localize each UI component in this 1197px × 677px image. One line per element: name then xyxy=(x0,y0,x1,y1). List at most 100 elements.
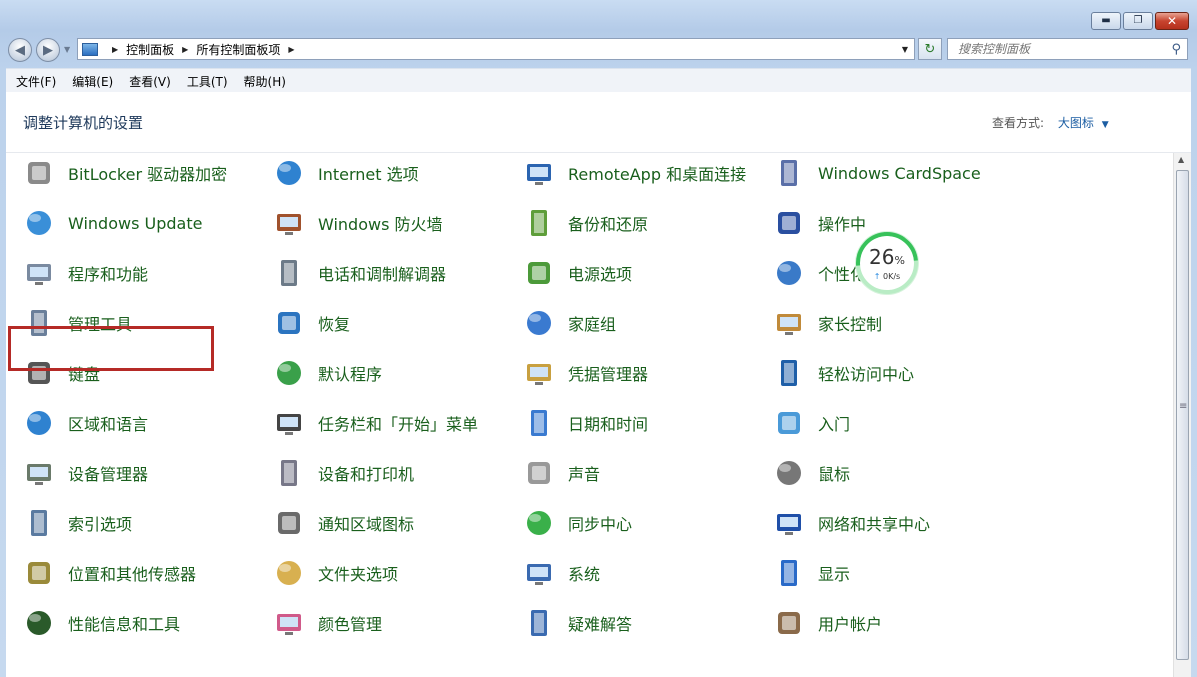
control-panel-item[interactable]: 程序和功能 xyxy=(6,253,148,293)
view-by-dropdown[interactable]: 大图标 xyxy=(1058,116,1094,130)
network-speed-widget[interactable]: 26% ↑ 0K/s xyxy=(843,219,931,307)
control-panel-item[interactable]: Internet 选项 xyxy=(256,153,419,193)
menu-file[interactable]: 文件(F) xyxy=(16,73,56,90)
windows-update-icon xyxy=(22,206,56,240)
breadcrumb-all-items[interactable]: 所有控制面板项 xyxy=(196,41,280,58)
control-panel-item[interactable]: 文件夹选项 xyxy=(256,553,398,593)
close-button[interactable]: ✕ xyxy=(1155,12,1189,30)
item-label: 轻松访问中心 xyxy=(818,365,915,384)
homegroup-icon xyxy=(522,306,556,340)
control-panel-item[interactable]: 位置和其他传感器 xyxy=(6,553,196,593)
item-label: 凭据管理器 xyxy=(568,365,649,384)
menu-edit[interactable]: 编辑(E) xyxy=(72,73,113,90)
maximize-icon: ❐ xyxy=(1133,15,1143,26)
breadcrumb-separator-icon[interactable]: ▶ xyxy=(112,45,118,54)
control-panel-item[interactable]: 疑难解答 xyxy=(506,603,632,643)
chevron-down-icon[interactable]: ▼ xyxy=(1102,120,1109,130)
menu-help[interactable]: 帮助(H) xyxy=(244,73,286,90)
search-input[interactable] xyxy=(956,41,1160,57)
net-speed-value: 0K/s xyxy=(883,272,901,281)
control-panel-item[interactable]: 任务栏和「开始」菜单 xyxy=(256,403,478,443)
control-panel-item[interactable]: 同步中心 xyxy=(506,503,632,543)
indexing-icon xyxy=(22,506,56,540)
control-panel-item[interactable]: 索引选项 xyxy=(6,503,132,543)
back-button[interactable]: ◀ xyxy=(8,38,32,62)
credential-icon xyxy=(522,356,556,390)
location-sensor-icon xyxy=(22,556,56,590)
control-panel-item[interactable]: 设备管理器 xyxy=(6,453,148,493)
control-panel-item[interactable]: 设备和打印机 xyxy=(256,453,414,493)
control-panel-item[interactable]: 恢复 xyxy=(256,303,350,343)
menu-view[interactable]: 查看(V) xyxy=(129,73,171,90)
firewall-icon xyxy=(272,206,306,240)
minimize-button[interactable]: ▬ xyxy=(1091,12,1121,30)
control-panel-item[interactable]: 颜色管理 xyxy=(256,603,382,643)
address-dropdown-icon[interactable]: ▼ xyxy=(902,45,908,54)
control-panel-item[interactable]: 区域和语言 xyxy=(6,403,148,443)
control-panel-item[interactable]: 电源选项 xyxy=(506,253,632,293)
maximize-button[interactable]: ❐ xyxy=(1123,12,1153,30)
item-label: Windows CardSpace xyxy=(818,163,981,183)
control-panel-item[interactable]: 系统 xyxy=(506,553,600,593)
item-label: 性能信息和工具 xyxy=(68,615,181,634)
control-panel-item[interactable]: 用户帐户 xyxy=(756,603,882,643)
item-label: 位置和其他传感器 xyxy=(68,565,197,584)
control-panel-item[interactable]: 日期和时间 xyxy=(506,403,648,443)
breadcrumb-control-panel[interactable]: 控制面板 xyxy=(126,41,174,58)
search-icon[interactable]: ⚲ xyxy=(1171,42,1181,57)
address-bar[interactable]: ▶ 控制面板 ▶ 所有控制面板项 ▶ ▼ xyxy=(77,38,915,60)
control-panel-icon xyxy=(82,42,98,56)
default-programs-icon xyxy=(272,356,306,390)
forward-button[interactable]: ▶ xyxy=(36,38,60,62)
control-panel-item[interactable]: 备份和还原 xyxy=(506,203,648,243)
control-panel-item[interactable]: 显示 xyxy=(756,553,850,593)
region-globe-icon xyxy=(22,406,56,440)
content-header: 调整计算机的设置 查看方式: 大图标 ▼ xyxy=(6,92,1191,153)
control-panel-item[interactable]: 电话和调制解调器 xyxy=(256,253,446,293)
control-panel-item[interactable]: BitLocker 驱动器加密 xyxy=(6,153,227,193)
item-label: 电源选项 xyxy=(568,265,633,284)
control-panel-item[interactable]: 操作中 xyxy=(756,203,866,243)
recent-pages-dropdown-icon[interactable]: ▼ xyxy=(64,45,70,54)
control-panel-item[interactable]: Windows 防火墙 xyxy=(256,203,443,243)
control-panel-item[interactable]: 入门 xyxy=(756,403,850,443)
control-panel-item[interactable]: RemoteApp 和桌面连接 xyxy=(506,153,746,193)
breadcrumb-separator-icon[interactable]: ▶ xyxy=(182,45,188,54)
control-panel-item[interactable]: 默认程序 xyxy=(256,353,382,393)
action-flag-icon xyxy=(772,206,806,240)
control-panel-item[interactable]: 家长控制 xyxy=(756,303,882,343)
control-panel-item[interactable]: 鼠标 xyxy=(756,453,850,493)
highlight-box xyxy=(8,326,214,371)
item-label: 疑难解答 xyxy=(568,615,633,634)
menu-tools[interactable]: 工具(T) xyxy=(187,73,228,90)
item-label: 恢复 xyxy=(318,315,351,334)
control-panel-item[interactable]: 轻松访问中心 xyxy=(756,353,914,393)
globe-check-icon xyxy=(272,156,306,190)
parental-icon xyxy=(772,306,806,340)
breadcrumb-separator-icon[interactable]: ▶ xyxy=(288,45,294,54)
control-panel-item[interactable]: 网络和共享中心 xyxy=(756,503,930,543)
search-box[interactable]: ⚲ xyxy=(947,38,1188,60)
scroll-thumb[interactable]: ≡ xyxy=(1176,170,1189,660)
control-panel-item[interactable]: 个性化 xyxy=(756,253,866,293)
control-panel-item[interactable]: 声音 xyxy=(506,453,600,493)
scroll-up-icon[interactable]: ▲ xyxy=(1178,155,1184,164)
items-grid: BitLocker 驱动器加密 Internet 选项 RemoteApp 和桌面连… xyxy=(6,153,1171,677)
item-label: 索引选项 xyxy=(68,515,133,534)
control-panel-item[interactable]: Windows CardSpace xyxy=(756,153,981,193)
troubleshoot-icon xyxy=(522,606,556,640)
item-label: RemoteApp 和桌面连接 xyxy=(568,165,747,184)
net-percent-unit: % xyxy=(894,254,905,267)
page-title: 调整计算机的设置 xyxy=(23,114,144,132)
net-percent-value: 26 xyxy=(869,245,895,269)
ease-access-icon xyxy=(772,356,806,390)
performance-icon xyxy=(22,606,56,640)
refresh-button[interactable]: ↻ xyxy=(918,38,942,60)
vertical-scrollbar[interactable]: ▲ ≡ xyxy=(1173,153,1191,677)
item-label: 鼠标 xyxy=(818,465,851,484)
control-panel-item[interactable]: 通知区域图标 xyxy=(256,503,414,543)
control-panel-item[interactable]: 性能信息和工具 xyxy=(6,603,180,643)
control-panel-item[interactable]: Windows Update xyxy=(6,203,202,243)
control-panel-item[interactable]: 家庭组 xyxy=(506,303,616,343)
control-panel-item[interactable]: 凭据管理器 xyxy=(506,353,648,393)
